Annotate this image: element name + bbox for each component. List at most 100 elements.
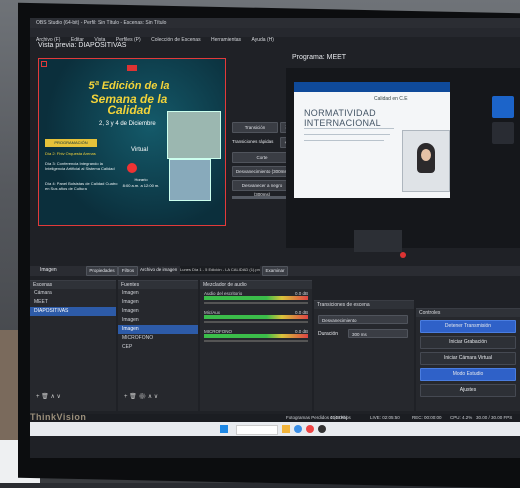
program-label: Programa: MEET <box>292 54 347 61</box>
resize-handle[interactable] <box>41 61 47 67</box>
slide-photo-bottom <box>169 159 211 201</box>
chrome-icon[interactable] <box>306 425 314 433</box>
windows-start-icon[interactable] <box>220 425 228 433</box>
channel-db: 0.0 dB <box>294 291 308 296</box>
menu-bar: Archivo (F) Editar Vista Perfiles (P) Co… <box>30 28 520 43</box>
slide-line2: Día 4: Panel Bolsistas de Calidad Cuatro… <box>45 181 118 191</box>
fps-readout: 30.00 / 30.00 FPS <box>476 415 513 420</box>
fade-black-button[interactable]: Desvanecer a negro (300ms) <box>232 180 292 197</box>
obs-icon[interactable] <box>318 425 326 433</box>
slide-logo-icon <box>127 65 137 71</box>
audio-meter <box>204 315 308 319</box>
volume-slider[interactable] <box>204 340 308 342</box>
webcam-tile <box>402 130 450 192</box>
program-slide: Calidad en C.E NORMATIVIDAD INTERNACIONA… <box>294 82 450 198</box>
slide-dates: 2, 3 y 4 de Diciembre <box>99 121 156 127</box>
live-time: LIVE: 02:05:50 <box>370 415 400 420</box>
quick-transitions-label: Transiciones rápidas <box>232 139 274 144</box>
text-line <box>304 128 394 129</box>
filters-button[interactable]: Filtros <box>118 266 138 276</box>
scene-item[interactable]: MEET <box>30 298 116 307</box>
scene-item[interactable]: Cámara <box>30 289 116 298</box>
menu-item-help[interactable]: Ayuda (H) <box>252 37 274 43</box>
stop-streaming-button[interactable]: Detener Transmisión <box>420 320 516 333</box>
scenes-header: Escenas <box>30 281 116 289</box>
program-calidad: Calidad en C.E <box>374 96 408 102</box>
sources-dock: Fuentes Imagen Imagen Imagen Imagen Imag… <box>118 280 198 411</box>
channel-db: 0.0 dB <box>294 310 308 315</box>
tbar-slider[interactable] <box>232 196 290 199</box>
source-name: Imagen <box>40 267 57 273</box>
start-recording-button[interactable]: Iniciar Grabación <box>420 336 516 349</box>
taskbar-search[interactable] <box>236 425 278 435</box>
text-line <box>304 140 384 141</box>
monitor-brand: ThinkVision <box>30 412 87 422</box>
fade-button[interactable]: Desvanecimiento (300ms) <box>232 166 292 177</box>
slide-hora: 8:00 a.m. a 12:00 m. <box>122 183 160 188</box>
transition-button[interactable]: Transición <box>232 122 278 133</box>
meet-share-icon[interactable] <box>492 96 514 118</box>
file-path-input[interactable]: Lunes Día 1 - 5 Edición - LA CALIDAD (1)… <box>180 266 260 274</box>
slide-title: 5ª Edición de la Semana de la Calidad <box>79 80 179 117</box>
obs-window: OBS Studio (64-bit) - Perfil: Sin Título… <box>30 18 520 458</box>
program-normatividad: NORMATIVIDAD INTERNACIONAL <box>304 108 381 128</box>
cpu-usage: CPU: 4.2% <box>450 415 473 420</box>
source-item[interactable]: Imagen <box>118 307 198 316</box>
audio-meter <box>204 296 308 300</box>
source-item-selected[interactable]: Imagen <box>118 325 198 334</box>
slide-virtual: Virtual <box>131 147 148 153</box>
meet-caption-card <box>354 230 402 252</box>
transition-select[interactable]: Desvanecimiento <box>318 315 408 324</box>
mixer-header: Mezclador de audio <box>200 281 312 289</box>
source-item[interactable]: Imagen <box>118 298 198 307</box>
source-item[interactable]: CEP <box>118 343 198 352</box>
text-line <box>304 134 390 135</box>
studio-mode-button[interactable]: Modo Estudio <box>420 368 516 381</box>
file-explorer-icon[interactable] <box>282 425 290 433</box>
edge-icon[interactable] <box>294 425 302 433</box>
properties-button[interactable]: Propiedades <box>86 266 118 276</box>
duration-input[interactable]: 300 ms <box>348 329 408 338</box>
source-item[interactable]: MICROFONO <box>118 334 198 343</box>
sources-header: Fuentes <box>118 281 198 289</box>
channel-db: 0.0 dB <box>294 329 308 334</box>
duration-label: Duración <box>318 331 339 337</box>
settings-button[interactable]: Ajustes <box>420 384 516 397</box>
volume-slider[interactable] <box>204 302 308 304</box>
slide-hora-label: Horario <box>134 177 148 182</box>
channel-name: Mic/Aux <box>204 310 221 315</box>
preview-canvas[interactable]: 5ª Edición de la Semana de la Calidad 2,… <box>38 58 226 226</box>
source-add-icon[interactable]: + 🗑 ⚙ ∧ ∨ <box>124 393 158 400</box>
source-item[interactable]: Imagen <box>118 289 198 298</box>
cut-button[interactable]: Corte <box>232 152 292 163</box>
scene-item-selected[interactable]: DIAPOSITIVAS <box>30 307 116 316</box>
slide-edition: 5ª Edición de la <box>88 80 170 92</box>
controls-dock: Controles Detener Transmisión Iniciar Gr… <box>416 308 520 411</box>
end-call-icon[interactable] <box>400 252 406 258</box>
slide-day1: Día 2: Fhtv Orquesta Arenas <box>45 151 96 156</box>
source-toolbar: Imagen Propiedades Filtros Archivo de im… <box>30 266 520 276</box>
browse-button[interactable]: Examinar <box>262 266 288 276</box>
menu-item-scenes[interactable]: Colección de Escenas <box>151 37 200 43</box>
volume-slider[interactable] <box>204 321 308 323</box>
meet-people-icon[interactable] <box>492 122 514 144</box>
start-virtual-camera-button[interactable]: Iniciar Cámara Virtual <box>420 352 516 365</box>
scene-add-icon[interactable]: + 🗑 ∧ ∨ <box>36 393 61 400</box>
menu-item-tools[interactable]: Herramientas <box>211 37 241 43</box>
slide-line1: Día 3: Conferencia Integrando la Intelig… <box>45 161 115 171</box>
transitions-header: Transiciones de escena <box>314 301 414 309</box>
preview-label: Vista previa: DIAPOSITIVAS <box>38 42 127 49</box>
file-label: Archivo de imagen <box>140 267 178 272</box>
clock-icon <box>127 163 137 173</box>
audio-meter <box>204 334 308 338</box>
status-bar: Fotogramas Perdidos 0 (0.0%) LIVE: 02:05… <box>30 414 520 422</box>
slide-photo-top <box>167 111 221 159</box>
channel-name: Audio del escritorio <box>204 291 243 296</box>
window-title: OBS Studio (64-bit) - Perfil: Sin Título… <box>30 18 520 28</box>
speaker-face <box>421 149 431 161</box>
channel-name: MICROFONO <box>204 329 232 334</box>
source-item[interactable]: Imagen <box>118 316 198 325</box>
bitrate: 4148 kbps <box>330 415 351 420</box>
scene-transitions-dock: Transiciones de escena Desvanecimiento D… <box>314 300 414 411</box>
meet-header-bar <box>294 82 450 92</box>
